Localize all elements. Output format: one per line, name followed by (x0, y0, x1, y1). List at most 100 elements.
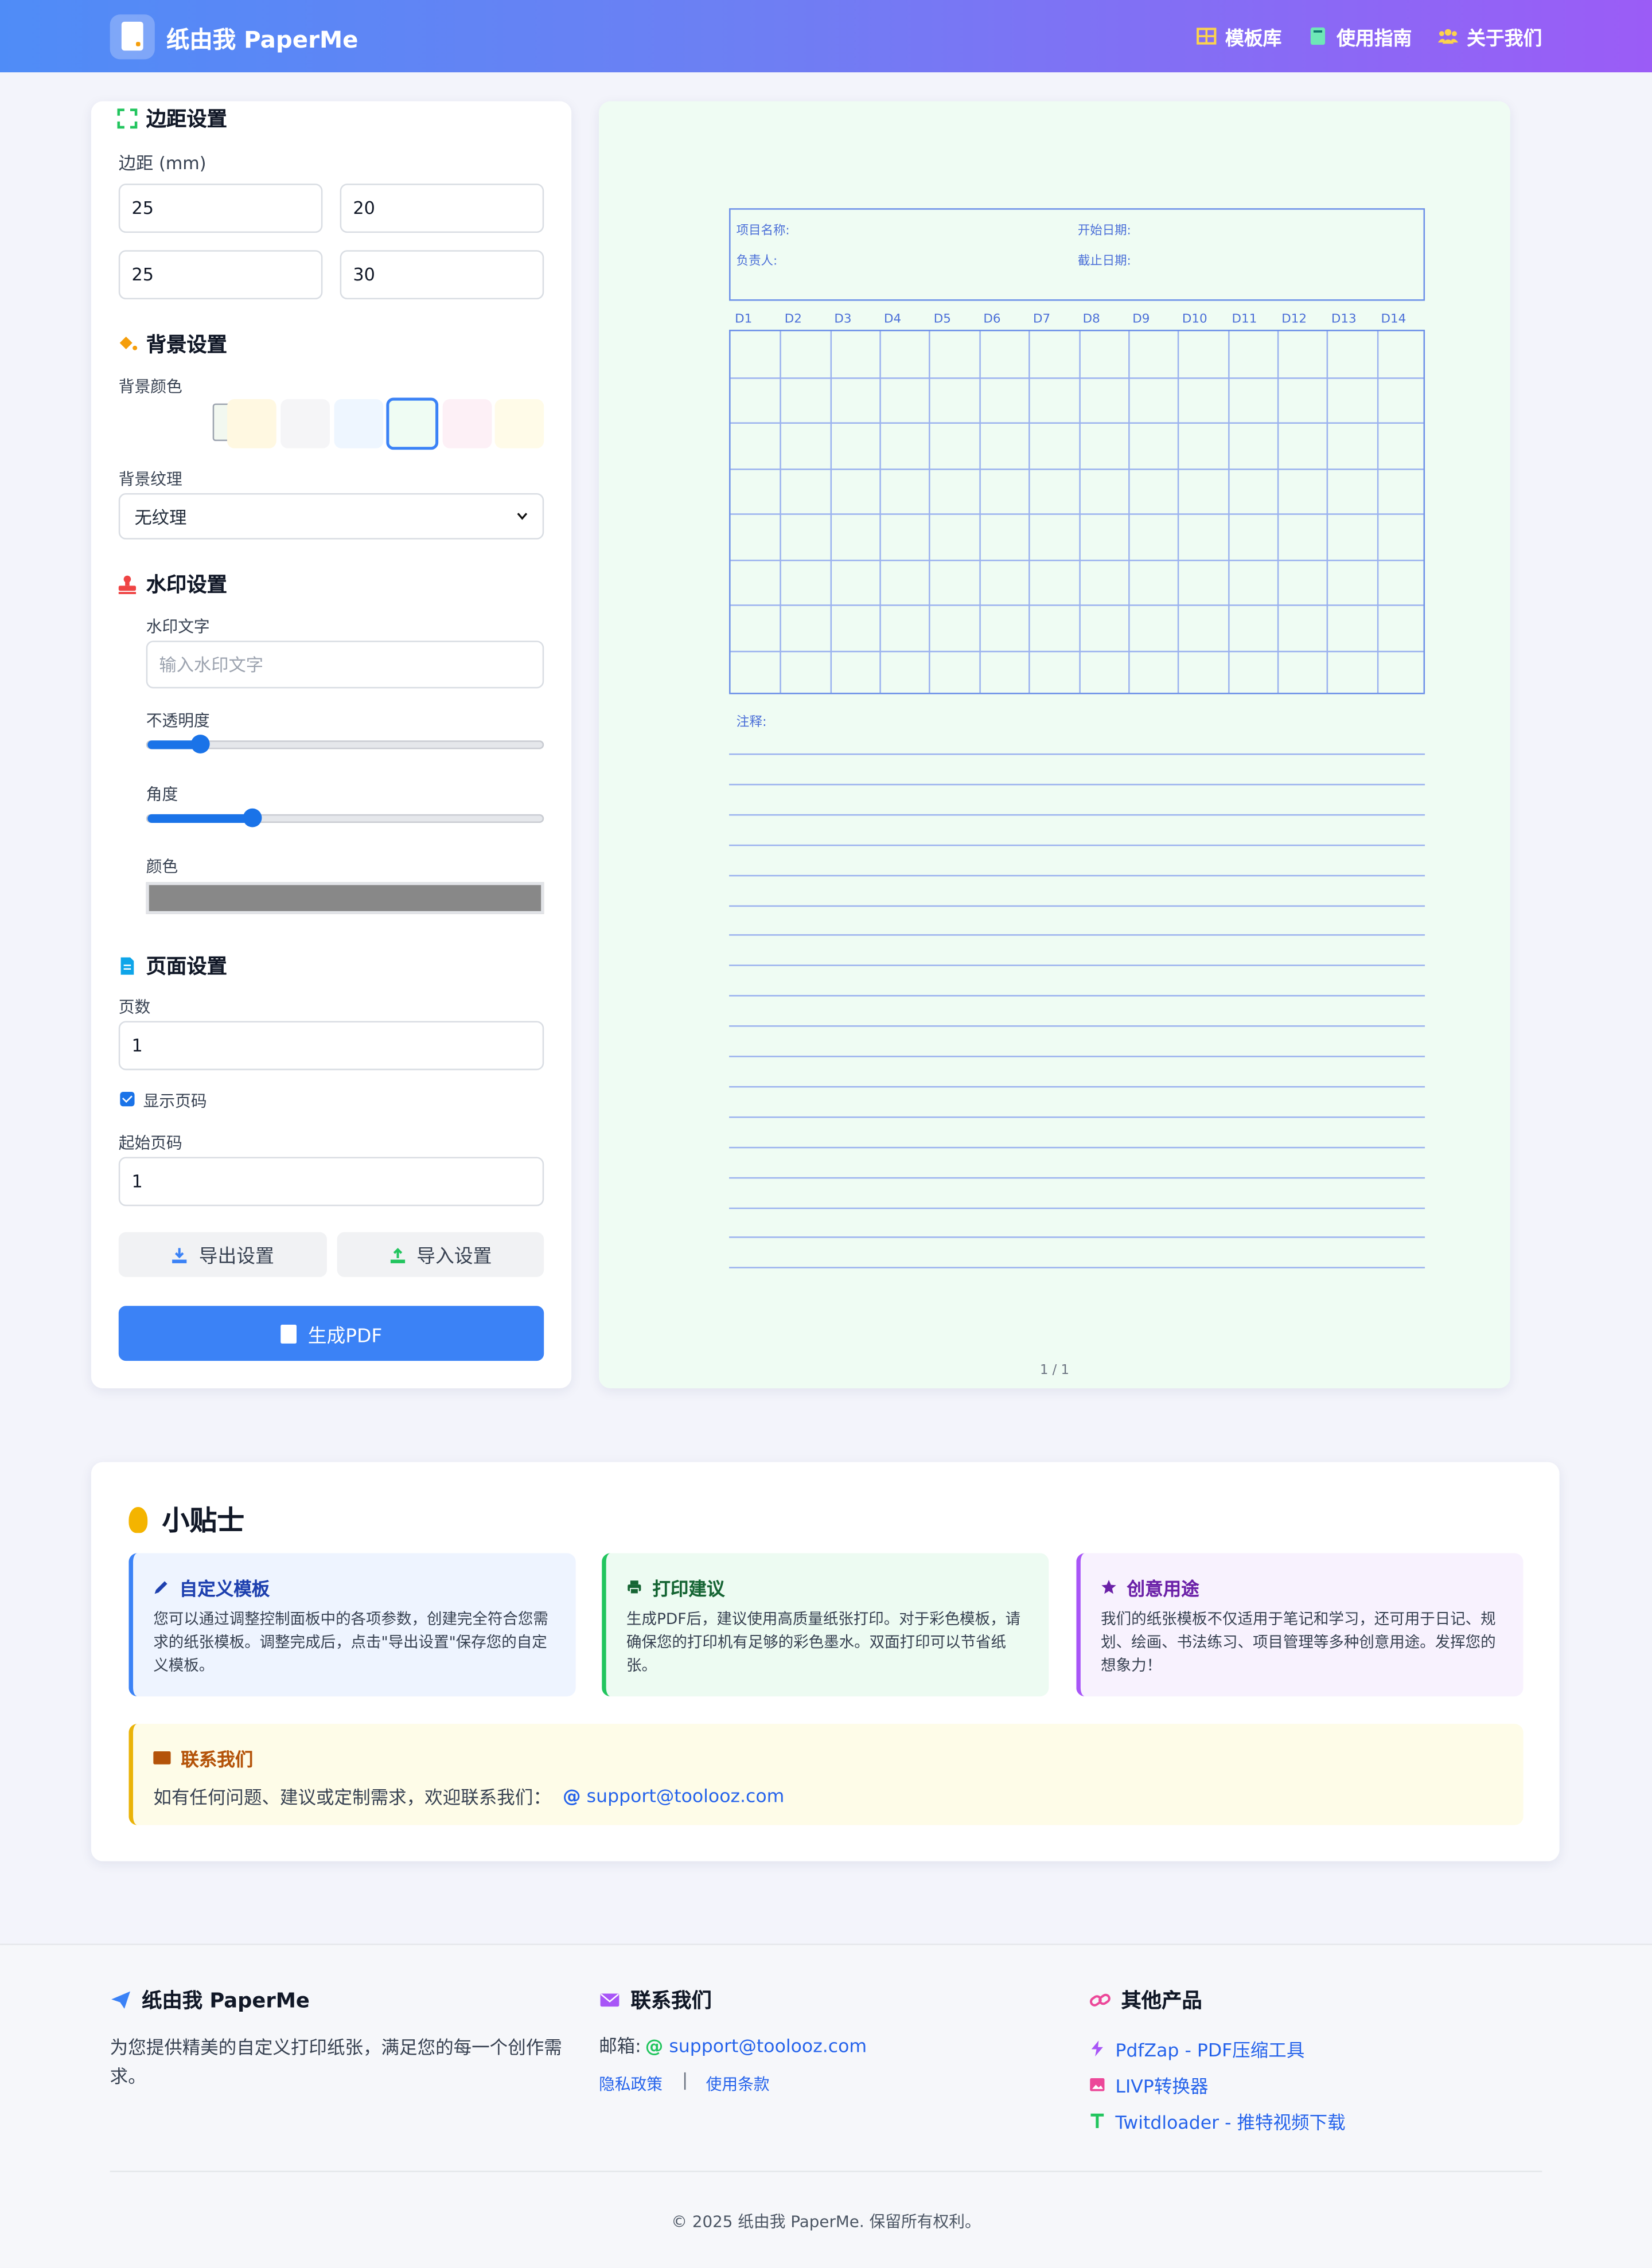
privacy-policy-link[interactable]: 隐私政策 (599, 2072, 663, 2095)
grid-column-line (1277, 331, 1279, 693)
angle-label: 角度 (146, 785, 178, 805)
envelope-icon (153, 1751, 171, 1765)
day-column-label: D6 (983, 312, 1001, 327)
grid-column-line (1327, 331, 1328, 693)
note-line (729, 814, 1425, 815)
grid-row-line (730, 422, 1424, 424)
terms-of-use-link[interactable]: 使用条款 (706, 2072, 770, 2095)
show-page-number-checkbox[interactable] (120, 1092, 135, 1107)
footer-divider (110, 2171, 1542, 2172)
bg-color-swatch[interactable] (386, 397, 439, 450)
start-page-label: 起始页码 (118, 1134, 182, 1153)
grid-row-line (730, 604, 1424, 606)
note-line (729, 844, 1425, 846)
margin-section-title: 边距设置 (117, 104, 227, 133)
contact-email-text: support@toolooz.com (586, 1785, 785, 1806)
margin-left-input[interactable]: 30 (340, 250, 544, 300)
generate-pdf-label: 生成PDF (307, 1325, 383, 1348)
start-page-input[interactable]: 1 (118, 1157, 544, 1207)
footer: 纸由我 PaperMe 为您提供精美的自定义打印纸张，满足您的每一个创作需求。 … (0, 1943, 1652, 2268)
footer-email-label: 邮箱: (599, 2035, 641, 2057)
bg-color-swatch[interactable] (227, 399, 276, 448)
download-icon (173, 1247, 188, 1263)
contact-text: 如有任何问题、建议或定制需求，欢迎联系我们： (153, 1786, 551, 1808)
generate-pdf-button[interactable]: 生成PDF (118, 1306, 544, 1361)
nav-templates-label: 模板库 (1225, 28, 1282, 50)
gantt-grid (729, 329, 1425, 694)
margin-bottom-input[interactable]: 25 (118, 250, 323, 300)
product-link-text: PdfZap - PDF压缩工具 (1115, 2039, 1305, 2061)
product-link-twitdloader[interactable]: Twitdloader - 推特视频下载 (1089, 2107, 1346, 2134)
footer-email-row: 邮箱: (599, 2032, 641, 2060)
nav-guide[interactable]: 使用指南 (1308, 22, 1412, 50)
footer-email-link[interactable]: @ support@toolooz.com (645, 2035, 867, 2056)
bolt-icon (1091, 2040, 1103, 2057)
bg-color-swatch[interactable] (280, 399, 330, 448)
page-indicator: 1 / 1 (1039, 1364, 1069, 1379)
opacity-slider-thumb[interactable] (190, 735, 210, 754)
grid-column-line (1178, 331, 1179, 693)
upload-icon (390, 1247, 406, 1263)
note-line (729, 783, 1425, 786)
day-column-label: D13 (1331, 312, 1357, 327)
stamp-icon (118, 575, 137, 594)
nav-templates[interactable]: 模板库 (1196, 22, 1281, 50)
paper-preview: 项目名称: 开始日期: 负责人: 截止日期: D1 D2 D3 D4 D5 D6 D7 D8 D… (599, 101, 1510, 1389)
grid-column-line (829, 331, 832, 693)
angle-slider-thumb[interactable] (242, 808, 262, 827)
page-count-input[interactable]: 1 (118, 1021, 544, 1071)
show-page-number-label: 显示页码 (143, 1092, 207, 1111)
tips-section: 小贴士 自定义模板 您可以通过调整控制面板中的各项参数，创建完全符合您需求的纸张… (91, 1462, 1560, 1861)
day-column-label: D2 (784, 312, 802, 327)
tip-card-title-text: 创意用途 (1127, 1578, 1199, 1600)
note-line (729, 1237, 1425, 1239)
bg-texture-value: 无纹理 (134, 506, 187, 528)
copyright-icon: © (671, 2212, 692, 2232)
day-column-label: D1 (735, 312, 753, 327)
lightbulb-icon (128, 1506, 148, 1532)
copyright: © 2025 纸由我 PaperMe. 保留所有权利。 (0, 2210, 1652, 2232)
note-line (729, 1146, 1425, 1148)
tip-card-creative: 创意用途 我们的纸张模板不仅适用于笔记和学习，还可用于日记、规划、绘画、书法练习… (1076, 1553, 1524, 1697)
watermark-text-input[interactable]: 输入水印文字 (146, 641, 544, 689)
bg-color-swatch[interactable] (494, 399, 544, 448)
chevron-down-icon (517, 513, 528, 520)
margin-title-text: 边距设置 (146, 108, 227, 132)
grid-column-line (1227, 331, 1229, 693)
expand-icon (117, 108, 138, 129)
bg-color-swatch[interactable] (334, 399, 384, 448)
day-column-label: D11 (1232, 312, 1257, 327)
margin-top-input[interactable]: 25 (118, 184, 323, 233)
product-link-pdfzap[interactable]: PdfZap - PDF压缩工具 (1089, 2035, 1304, 2062)
product-link-livp[interactable]: LIVP转换器 (1089, 2071, 1208, 2098)
margin-right-input[interactable]: 20 (340, 184, 544, 233)
owner-label: 负责人: (736, 254, 778, 270)
grid-row-line (730, 559, 1424, 561)
users-icon (1437, 29, 1459, 44)
day-column-label: D4 (884, 312, 902, 327)
product-link-text: LIVP转换器 (1115, 2075, 1209, 2097)
footer-products-text: 其他产品 (1121, 1990, 1202, 2013)
background-title-text: 背景设置 (146, 334, 227, 357)
star-icon (1101, 1580, 1116, 1594)
export-settings-button[interactable]: 导出设置 (118, 1232, 327, 1277)
angle-slider[interactable] (146, 808, 544, 827)
watermark-color-picker[interactable] (146, 882, 544, 914)
opacity-label: 不透明度 (146, 711, 210, 731)
nav-about[interactable]: 关于我们 (1437, 22, 1542, 50)
brand[interactable]: 纸由我 PaperMe (110, 14, 359, 60)
grid-row-line (730, 467, 1424, 470)
paint-bucket-icon (119, 336, 138, 350)
import-settings-button[interactable]: 导入设置 (337, 1232, 544, 1277)
grid-column-line (1028, 331, 1030, 693)
footer-contact-title: 联系我们 (599, 1986, 712, 2015)
footer-products-title: 其他产品 (1089, 1986, 1202, 2015)
contact-card: 联系我们 如有任何问题、建议或定制需求，欢迎联系我们： @ support@too… (128, 1724, 1524, 1825)
bg-texture-select[interactable]: 无纹理 (118, 493, 544, 540)
note-line (729, 935, 1425, 936)
opacity-slider[interactable] (146, 735, 544, 754)
bg-color-swatch[interactable] (442, 399, 492, 448)
watermark-section-title: 水印设置 (117, 570, 227, 599)
contact-email-link[interactable]: @ support@toolooz.com (563, 1785, 784, 1806)
note-line (729, 1176, 1425, 1178)
